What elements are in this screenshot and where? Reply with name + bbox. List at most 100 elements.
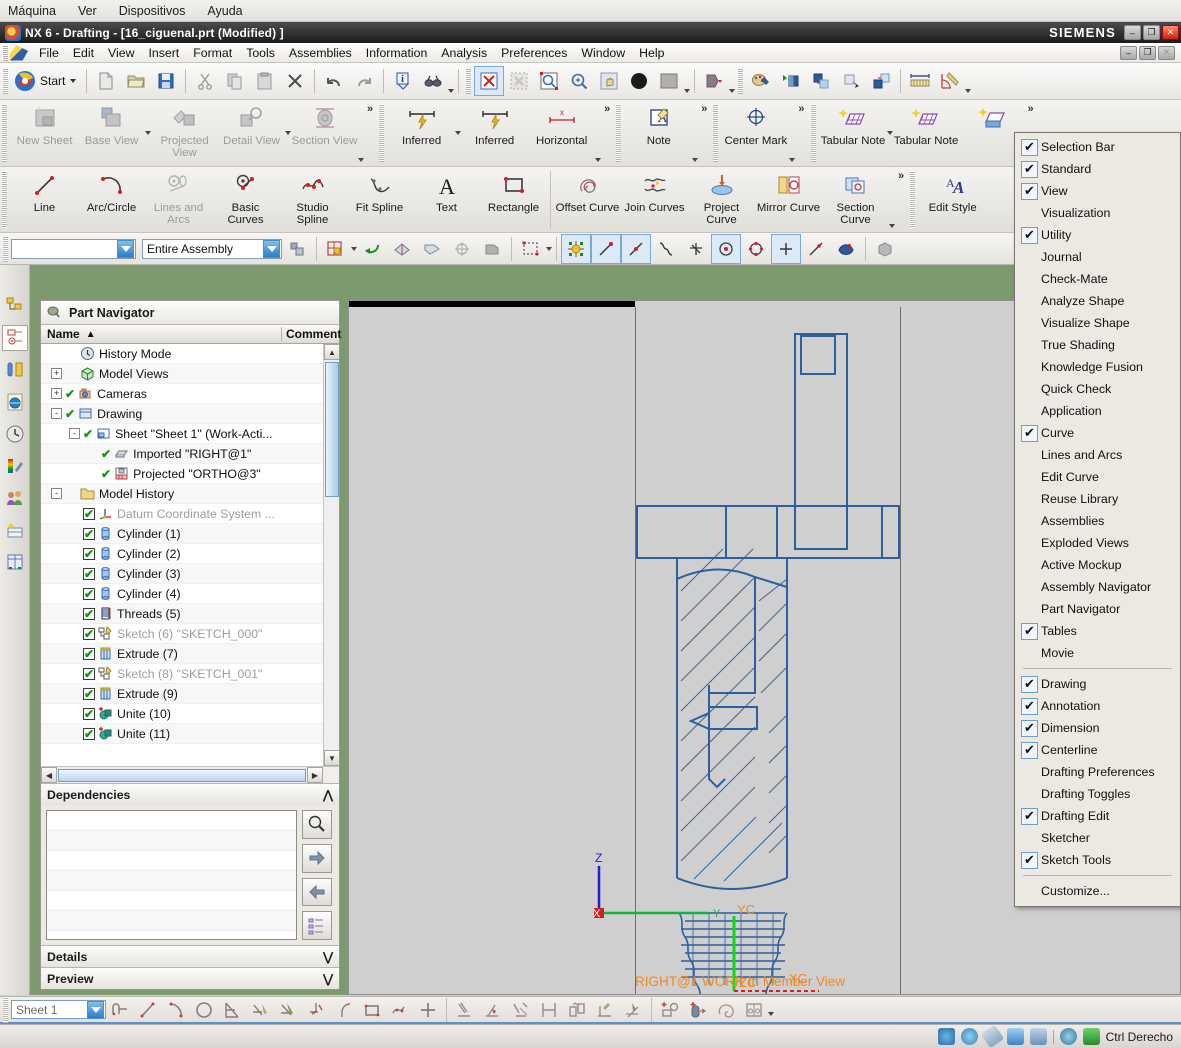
checkmark-icon[interactable]: ✔ [1021,675,1038,693]
tree-row[interactable]: History Mode [41,344,339,364]
empty-check-icon[interactable] [1021,557,1038,574]
selection-scope-filter[interactable]: Entire Assembly [142,238,282,259]
cut-icon[interactable] [190,66,220,96]
inferred-dimension-button-2[interactable]: Inferred [461,100,528,166]
empty-check-icon[interactable] [1021,645,1038,662]
pan-icon[interactable] [594,66,624,96]
toolbar-menu-item[interactable]: Assemblies [1015,510,1180,532]
dimension-toolbar-gripper[interactable] [379,104,385,162]
annotation-toolbar-gripper[interactable] [616,104,622,162]
column-header-comment[interactable]: Comment [281,327,341,341]
intersection-icon[interactable] [681,234,711,264]
toolbar-menu-item[interactable]: Lines and Arcs [1015,444,1180,466]
toolbar-menu-item[interactable]: ✔ Utility [1015,224,1180,246]
snap-all-icon[interactable] [561,233,591,264]
analysis-icon[interactable] [418,66,448,96]
toolbar-menu-item[interactable]: Knowledge Fusion [1015,356,1180,378]
analysis-caret-icon[interactable] [448,89,455,93]
tree-row[interactable]: ✔ Extrude (7) [41,644,339,664]
tree-row[interactable]: + ✔ Cameras [41,384,339,404]
constraint-icon[interactable] [451,998,479,1022]
empty-check-icon[interactable] [1021,491,1038,508]
tree-expander-icon[interactable]: - [51,408,62,419]
system-scene-icon[interactable] [2,485,28,511]
auto-constrain-icon[interactable] [479,998,507,1022]
shading-icon[interactable] [654,66,684,96]
empty-check-icon[interactable] [1021,315,1038,332]
undo-icon[interactable] [319,66,349,96]
hide-caret-icon[interactable] [729,89,736,93]
bottom-toolbar-gripper[interactable] [3,996,8,1023]
arc-icon[interactable] [162,998,190,1022]
display-icon[interactable] [1029,1028,1047,1045]
tree-row[interactable]: - Model History [41,484,339,504]
document-restore-button[interactable]: ❐ [1139,45,1156,60]
layer-visible-icon[interactable] [776,66,806,96]
empty-check-icon[interactable] [1021,786,1038,803]
host-menu-ver[interactable]: Ver [78,4,97,18]
drawing-overflow-chevron[interactable]: » [366,100,375,115]
text-button[interactable]: A Text [413,167,480,232]
edit-style-button[interactable]: AA Edit Style [919,167,986,232]
toolbar-menu-item[interactable]: Drafting Toggles [1015,783,1180,805]
scroll-down-icon[interactable]: ▼ [324,750,339,766]
menu-help[interactable]: Help [632,45,671,61]
disk-icon[interactable] [937,1028,955,1045]
tree-expander-icon[interactable]: - [69,428,80,439]
folder-icon[interactable] [1006,1028,1024,1045]
annotation-overflow-chevron[interactable]: » [700,100,709,115]
sketch-tools-caret-icon[interactable] [768,1012,774,1016]
dimension-overflow-chevron[interactable]: » [603,100,612,115]
start-caret-icon[interactable] [70,79,77,83]
tree-row[interactable]: ✔ Unite (10) [41,704,339,724]
studio-spline-button[interactable]: Studio Spline [279,167,346,232]
offset-curve-icon[interactable] [712,998,740,1022]
center-mark-caret-icon[interactable] [789,158,796,162]
end-point-icon[interactable] [591,233,621,264]
hd3d-tools-icon[interactable] [2,517,28,543]
new-sketch-icon[interactable] [656,998,684,1022]
download-icon[interactable] [1082,1028,1100,1045]
toolbar-menu-item[interactable]: ✔ Centerline [1015,739,1180,761]
faceted-icon[interactable] [387,234,417,264]
centerline-overflow-chevron[interactable]: » [797,100,806,115]
sort-ascending-icon[interactable]: ▲ [86,329,96,340]
face-icon[interactable] [417,234,447,264]
open-icon[interactable] [121,66,151,96]
toolbar-menu-item[interactable]: Application [1015,400,1180,422]
chamfer-icon[interactable] [330,998,358,1022]
feature-checkbox[interactable]: ✔ [83,587,95,600]
scroll-up-icon[interactable]: ▲ [324,344,339,360]
paste-icon[interactable] [250,66,280,96]
scroll-right-icon[interactable]: ▶ [307,767,323,783]
control-point-icon[interactable] [651,234,681,264]
visible-check-icon[interactable]: ✔ [101,468,111,480]
tree-row[interactable]: - ✔ Sheet "Sheet 1" (Work-Acti... [41,424,339,444]
feature-checkbox[interactable]: ✔ [83,627,95,640]
part-navigator-icon[interactable] [1,325,28,351]
existing-point-icon[interactable] [771,233,801,264]
dependencies-header[interactable]: Dependencies ⋀ [41,784,339,805]
shading-caret-icon[interactable] [684,89,691,93]
studio-spline-icon[interactable] [386,998,414,1022]
dimension-more-caret-icon[interactable] [595,158,602,162]
menubar-gripper[interactable] [2,44,8,61]
tree-row[interactable]: ✔ Cylinder (4) [41,584,339,604]
rectangle-icon[interactable] [358,998,386,1022]
roles-icon[interactable] [2,453,28,479]
standard-toolbar-gripper[interactable] [3,68,8,94]
menu-analysis[interactable]: Analysis [434,45,494,61]
back-icon[interactable] [357,234,387,264]
toolbar-menu-item[interactable]: ✔ View [1015,180,1180,202]
checkmark-icon[interactable]: ✔ [1021,424,1038,442]
feature-icon[interactable] [447,234,477,264]
point-on-curve-icon[interactable] [801,234,831,264]
utility-toolbar-gripper[interactable] [738,68,744,94]
alternate-solution-icon[interactable] [563,998,591,1022]
document-minimize-button[interactable]: – [1120,45,1137,60]
feature-checkbox[interactable]: ✔ [83,507,95,520]
toolbar-menu-item[interactable]: Drafting Preferences [1015,761,1180,783]
toolbar-menu-item[interactable]: Quick Check [1015,378,1180,400]
quick-trim-icon[interactable] [218,998,246,1022]
menu-insert[interactable]: Insert [141,45,186,61]
